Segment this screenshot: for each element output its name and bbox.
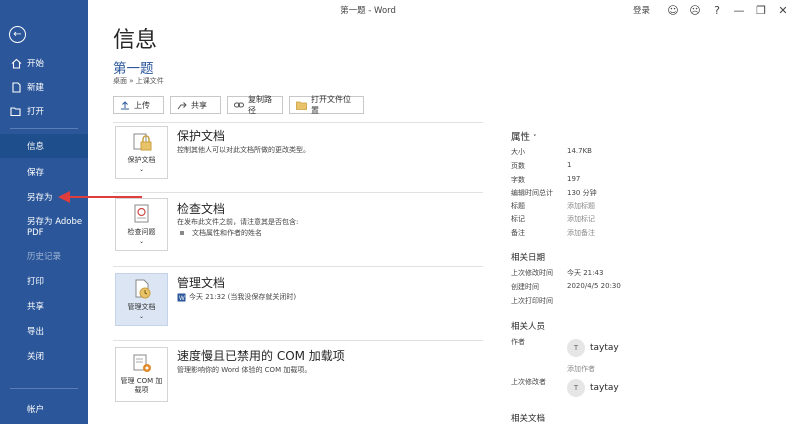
sidebar-divider: [10, 388, 78, 389]
upload-button[interactable]: 上传: [113, 96, 164, 114]
sidebar-divider: [10, 128, 78, 129]
section-description: W 今天 21:32 (当我没保存就关闭时): [177, 293, 297, 302]
new-doc-icon: [10, 81, 22, 93]
folder-open-icon: [10, 105, 22, 117]
section-title: 检查文档: [177, 202, 226, 216]
properties-header[interactable]: 属性 ˅: [511, 129, 537, 143]
backstage-sidebar: ← 开始 新建 打开 信息 保存 另存为 另存为 Adobe PDF 历史记录 …: [0, 0, 88, 424]
sidebar-item-save-as-pdf[interactable]: 另存为 Adobe PDF: [0, 212, 88, 242]
sidebar-item-info[interactable]: 信息: [0, 134, 88, 158]
last-modified-person[interactable]: T taytay: [567, 379, 619, 397]
related-people-header: 相关人员: [511, 322, 546, 332]
inspect-doc-icon: [134, 204, 148, 223]
folder-icon: [296, 101, 307, 110]
section-title: 保护文档: [177, 129, 226, 143]
smile-icon[interactable]: ☺: [662, 2, 684, 18]
author-person[interactable]: T taytay: [567, 339, 619, 357]
protect-document-button[interactable]: 保护文档 ⌄: [115, 126, 168, 179]
back-arrow-icon[interactable]: ←: [9, 26, 26, 43]
sidebar-item-account[interactable]: 帐户: [0, 397, 88, 421]
title-bar: 第一题 - Word 登录 ☺ ☹ ? — ❐ ✕: [88, 0, 800, 20]
sidebar-item-history: 历史记录: [27, 252, 62, 262]
section-title: 管理文档: [177, 276, 226, 290]
property-row: 大小 14.7KB: [511, 147, 592, 156]
close-icon[interactable]: ✕: [772, 2, 794, 18]
manage-doc-icon: [135, 279, 150, 299]
property-row: 页数 1: [511, 161, 572, 170]
property-row: 标题 添加标题: [511, 201, 595, 211]
bullet-icon: [180, 231, 184, 235]
share-icon: [177, 101, 187, 110]
upload-icon: [120, 100, 130, 110]
property-row: 标记 添加标记: [511, 214, 595, 224]
link-icon: [234, 101, 244, 109]
section-divider: [113, 266, 483, 267]
related-docs-header: 相关文档: [511, 414, 546, 424]
manage-com-addins-button[interactable]: 管理 COM 加载项: [115, 347, 168, 402]
sidebar-item-home[interactable]: 开始: [0, 51, 88, 75]
restore-icon[interactable]: ❐: [750, 2, 772, 18]
section-bullet: 文档属性和作者的姓名: [180, 228, 262, 238]
home-icon: [10, 57, 22, 69]
add-title-field[interactable]: 添加标题: [567, 201, 595, 211]
section-title: 速度慢且已禁用的 COM 加载项: [177, 349, 345, 363]
check-for-issues-button[interactable]: 检查问题 ⌄: [115, 198, 168, 251]
sidebar-item-export[interactable]: 导出: [0, 319, 88, 343]
frown-icon[interactable]: ☹: [684, 2, 706, 18]
add-tag-field[interactable]: 添加标记: [567, 214, 595, 224]
property-row: 备注 添加备注: [511, 228, 595, 238]
date-row: 创建时间 2020/4/5 20:30: [511, 282, 621, 291]
manage-document-button[interactable]: 管理文档 ⌄: [115, 273, 168, 326]
copy-path-button[interactable]: 复制路径: [227, 95, 283, 115]
word-doc-icon: W: [177, 293, 186, 302]
document-path[interactable]: 桌面 » 上课文件: [113, 76, 164, 86]
sidebar-item-save[interactable]: 保存: [0, 160, 88, 184]
section-divider: [113, 192, 483, 193]
sidebar-item-print[interactable]: 打印: [0, 269, 88, 293]
sidebar-item-new[interactable]: 新建: [0, 75, 88, 99]
add-comment-field[interactable]: 添加备注: [567, 228, 595, 238]
sidebar-item-open[interactable]: 打开: [0, 99, 88, 123]
open-file-location-button[interactable]: 打开文件位置: [289, 95, 364, 115]
window-title: 第一题 - Word: [340, 6, 396, 16]
section-description: 管理影响你的 Word 体验的 COM 加载项。: [177, 366, 312, 374]
section-divider: [113, 122, 483, 123]
date-row: 上次修改时间 今天 21:43: [511, 269, 604, 277]
document-actions: 上传 共享 复制路径 打开文件位置: [113, 95, 364, 115]
related-dates-header: 相关日期: [511, 253, 546, 263]
document-title: 第一题: [113, 61, 154, 77]
date-row: 上次打印时间: [511, 297, 553, 305]
avatar: T: [567, 379, 585, 397]
section-description: 控制其他人可以对此文档所做的更改类型。: [177, 146, 310, 154]
com-addin-icon: [133, 354, 151, 372]
page-title: 信息: [113, 28, 158, 53]
sidebar-item-share[interactable]: 共享: [0, 294, 88, 318]
avatar: T: [567, 339, 585, 357]
property-row: 编辑时间总计 130 分钟: [511, 189, 597, 197]
svg-text:W: W: [179, 296, 185, 302]
section-description: 在发布此文件之前，请注意其是否包含:: [177, 218, 299, 226]
signin-link[interactable]: 登录: [633, 4, 650, 16]
section-divider: [113, 340, 483, 341]
help-icon[interactable]: ?: [706, 2, 728, 18]
lock-key-icon: [133, 133, 151, 151]
add-author-link[interactable]: 添加作者: [567, 364, 667, 374]
minimize-icon[interactable]: —: [728, 2, 750, 18]
sidebar-item-close[interactable]: 关闭: [0, 344, 88, 368]
property-row: 字数 197: [511, 175, 581, 184]
share-button[interactable]: 共享: [170, 96, 221, 114]
